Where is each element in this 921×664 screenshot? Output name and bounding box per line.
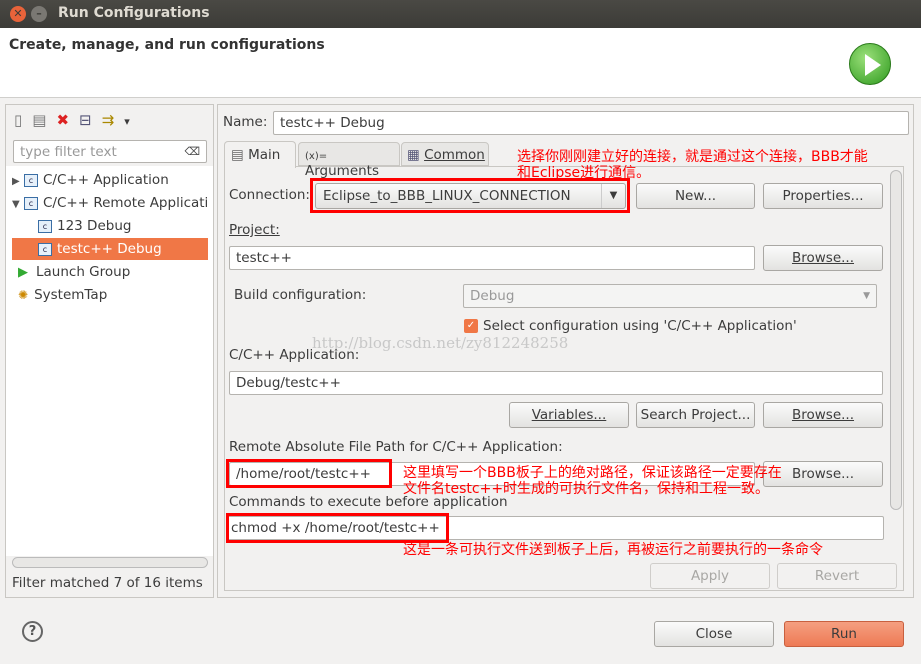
- tree-item-cpp-remote[interactable]: ▼ c C/C++ Remote Applicatio: [12, 192, 208, 214]
- tree-label: testc++ Debug: [57, 241, 162, 257]
- new-connection-button[interactable]: New...: [636, 183, 755, 209]
- app-input[interactable]: Debug/testc++: [229, 371, 883, 395]
- tab-main[interactable]: ▤ Main: [224, 141, 296, 168]
- help-icon[interactable]: ?: [22, 621, 43, 642]
- tab-common[interactable]: ▦ Common: [401, 142, 489, 166]
- browse-app-button[interactable]: Browse...: [763, 402, 883, 428]
- build-config-select[interactable]: Debug ▼: [463, 284, 877, 308]
- horizontal-scrollbar[interactable]: [12, 557, 208, 568]
- minimize-window-button[interactable]: –: [31, 6, 47, 22]
- tab-label: Main: [248, 147, 281, 163]
- c-app-icon: c: [24, 173, 38, 187]
- common-icon: ▦: [407, 147, 420, 163]
- run-banner-icon: [849, 43, 891, 85]
- expand-icon[interactable]: ▶: [12, 176, 20, 187]
- c-config-icon: c: [38, 242, 52, 256]
- tab-label: Common: [424, 147, 485, 163]
- close-button[interactable]: Close: [654, 621, 774, 647]
- filter-status: Filter matched 7 of 16 items: [12, 575, 203, 591]
- systemtap-icon: ✺: [18, 288, 29, 302]
- tree-item-123-debug[interactable]: c 123 Debug: [38, 215, 208, 237]
- annotation-commands: 这是一条可执行文件送到板子上后，再被运行之前要执行的一条命令: [403, 542, 823, 558]
- select-config-label: Select configuration using 'C/C++ Applic…: [483, 318, 797, 334]
- name-label: Name:: [223, 114, 268, 130]
- app-label: C/C++ Application:: [229, 347, 360, 363]
- revert-button[interactable]: Revert: [777, 563, 897, 589]
- launch-group-icon: ▶: [18, 265, 28, 280]
- c-config-icon: c: [38, 219, 52, 233]
- tree-label: C/C++ Remote Applicatio: [43, 195, 208, 211]
- connection-highlight-box: [310, 178, 630, 213]
- properties-button[interactable]: Properties...: [763, 183, 883, 209]
- window-title: Run Configurations: [58, 5, 210, 21]
- name-input[interactable]: testc++ Debug: [273, 111, 909, 135]
- vertical-scrollbar[interactable]: [890, 170, 902, 510]
- header-subtitle: Create, manage, and run configurations: [9, 37, 325, 53]
- variables-button[interactable]: Variables...: [509, 402, 629, 428]
- browse-project-button[interactable]: Browse...: [763, 245, 883, 271]
- search-project-button[interactable]: Search Project...: [636, 402, 755, 428]
- tree-label: Launch Group: [36, 264, 131, 280]
- build-config-label: Build configuration:: [234, 287, 367, 303]
- main-tab-icon: ▤: [231, 147, 244, 163]
- project-label: Project:: [229, 222, 280, 238]
- remote-path-label: Remote Absolute File Path for C/C++ Appl…: [229, 439, 563, 455]
- select-config-checkbox[interactable]: ✓: [464, 319, 478, 333]
- tree-item-systemtap[interactable]: ✺ SystemTap: [18, 284, 214, 306]
- tree-item-cpp-application[interactable]: ▶ c C/C++ Application: [12, 169, 208, 191]
- annotation-remote-path: 这里填写一个BBB板子上的绝对路径，保证该路径一定要存在 文件名testc++时生…: [403, 465, 782, 497]
- connection-label: Connection:: [229, 187, 310, 203]
- annotation-connection: 选择你刚刚建立好的连接，就是通过这个连接，BBB才能 和Eclipse进行通信。: [517, 149, 868, 181]
- tab-arguments[interactable]: (x)= Arguments: [298, 142, 400, 179]
- apply-button[interactable]: Apply: [650, 563, 770, 589]
- project-input[interactable]: testc++: [229, 246, 755, 270]
- tree-label: SystemTap: [34, 287, 108, 303]
- c-app-icon: c: [24, 196, 38, 210]
- tree-label: 123 Debug: [57, 218, 132, 234]
- dialog-header: Create, manage, and run configurations: [0, 28, 921, 98]
- collapse-icon[interactable]: ▼: [12, 199, 20, 210]
- commands-highlight-box: [226, 513, 449, 543]
- arguments-icon: (x)=: [305, 151, 328, 162]
- tree-item-testc-debug[interactable]: c testc++ Debug: [12, 238, 208, 260]
- remote-path-highlight-box: [226, 459, 392, 488]
- tree-label: C/C++ Application: [43, 172, 169, 188]
- title-bar: ✕ – Run Configurations: [0, 0, 921, 28]
- run-button[interactable]: Run: [784, 621, 904, 647]
- tab-label: Arguments: [305, 163, 380, 179]
- close-window-button[interactable]: ✕: [10, 6, 26, 22]
- tree-item-launch-group[interactable]: ▶ Launch Group: [18, 261, 214, 283]
